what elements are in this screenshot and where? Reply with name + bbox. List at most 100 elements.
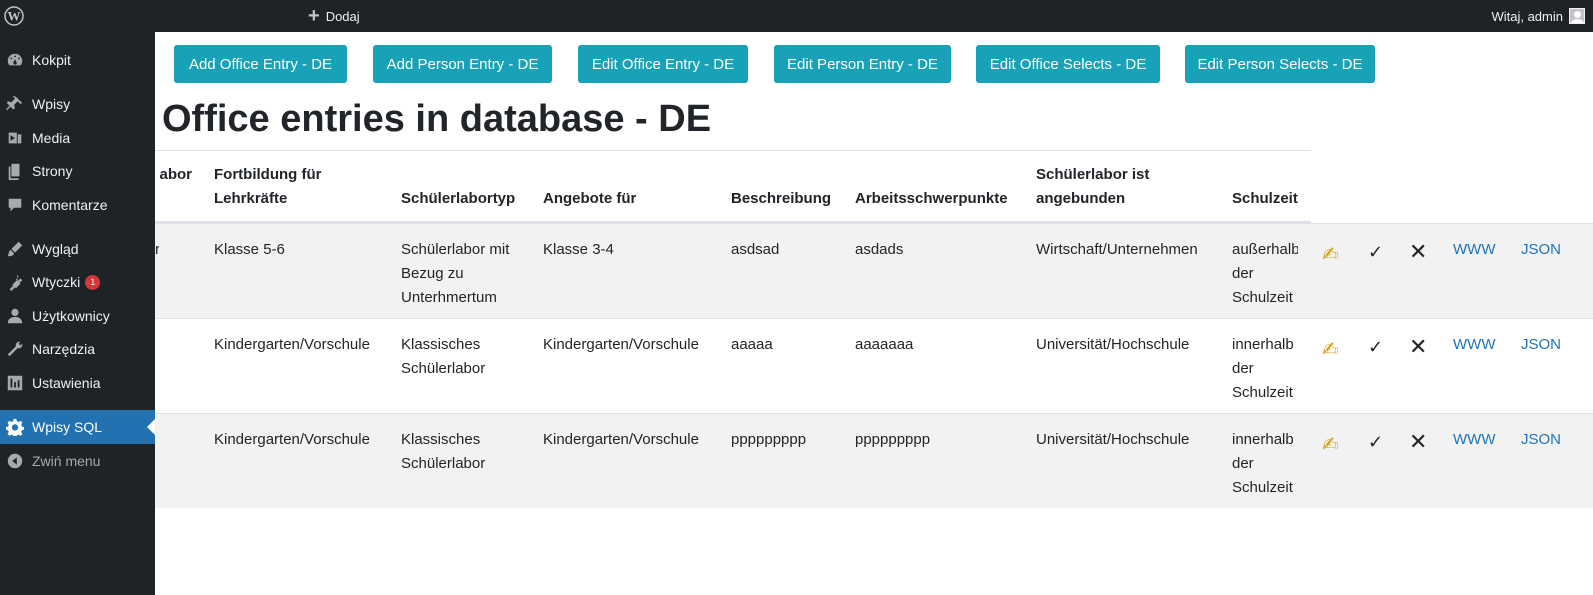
table-cell-angebunden: Universität/Hochschule (1036, 336, 1190, 353)
edit-person-selects-button[interactable]: Edit Person Selects - DE (1185, 45, 1375, 83)
wordpress-logo-icon[interactable]: W (4, 6, 24, 26)
table-cell-schulzeit-line2: der (1232, 360, 1254, 377)
table-cell-angebote: Kindergarten/Vorschule (543, 431, 699, 448)
table-cell-typ-line1: Klassisches (401, 431, 481, 448)
table-cell-typ-line2: Schülerlabor (401, 360, 486, 377)
json-link[interactable]: JSON (1521, 428, 1561, 452)
sidebar-item-strony[interactable]: Strony (0, 154, 155, 188)
plugins-icon (5, 272, 25, 292)
sidebar-item-label: Wtyczki (32, 274, 81, 290)
delete-x-icon[interactable]: ✕ (1409, 334, 1427, 360)
table-cell-schulzeit-line3: Schulzeit (1232, 384, 1293, 401)
table-cell-schulzeit-line2: der (1232, 455, 1254, 472)
page-title: Office entries in database - DE (162, 98, 712, 140)
column-header-schuelerlabortyp: Schülerlabortyp (401, 190, 516, 207)
table-cell-angebote: Kindergarten/Vorschule (543, 336, 699, 353)
column-header-arbeitsschwerpunkte: Arbeitsschwerpunkte (855, 190, 1008, 207)
dashboard-icon (5, 50, 25, 70)
collapse-menu-button[interactable]: Zwiń menu (0, 444, 155, 478)
edit-entry-icon[interactable]: ✍ (1322, 432, 1339, 457)
table-cell-typ-line2: Schülerlabor (401, 455, 486, 472)
edit-person-entry-button[interactable]: Edit Person Entry - DE (774, 45, 951, 83)
delete-x-icon[interactable]: ✕ (1409, 239, 1427, 265)
sidebar-item-label: Narzędzia (32, 341, 96, 357)
approve-check-icon[interactable]: ✓ (1368, 432, 1383, 453)
column-header-beschreibung: Beschreibung (731, 190, 832, 207)
sidebar-item-label: Strony (32, 163, 73, 179)
sidebar-item-wpisy[interactable]: Wpisy (0, 87, 155, 121)
users-icon (5, 306, 25, 326)
table-row: r Klasse 5-6 Schülerlabor mit Bezug zu U… (155, 223, 1593, 318)
admin-bar: W + Dodaj Witaj, admin (0, 0, 1593, 32)
add-person-entry-button[interactable]: Add Person Entry - DE (373, 45, 552, 83)
www-link[interactable]: WWW (1453, 428, 1495, 452)
new-content-label: Dodaj (325, 8, 360, 24)
table-cell-beschreibung: asdsad (731, 241, 780, 258)
table-cell-schwerpunkte: ppppppppp (855, 431, 931, 448)
sidebar-item-media[interactable]: Media (0, 121, 155, 155)
table-cell-angebote: Klasse 3-4 (543, 241, 614, 258)
json-link[interactable]: JSON (1521, 238, 1561, 262)
table-cell-angebunden: Wirtschaft/Unternehmen (1036, 241, 1198, 258)
new-content-menu[interactable]: + Dodaj (308, 0, 360, 32)
avatar (1569, 8, 1585, 24)
sidebar-item-uzytkownicy[interactable]: Użytkownicy (0, 299, 155, 333)
pin-icon (5, 94, 25, 114)
delete-x-icon[interactable]: ✕ (1409, 429, 1427, 455)
approve-check-icon[interactable]: ✓ (1368, 337, 1383, 358)
add-office-entry-button[interactable]: Add Office Entry - DE (174, 45, 347, 83)
sidebar-item-narzedzia[interactable]: Narzędzia (0, 332, 155, 366)
sidebar-item-komentarze[interactable]: Komentarze (0, 188, 155, 222)
sidebar-item-wpisy-sql[interactable]: Wpisy SQL (0, 410, 155, 444)
sidebar-item-label: Media (32, 130, 71, 146)
sidebar-item-label: Użytkownicy (32, 308, 110, 324)
sidebar-item-label: Komentarze (32, 197, 108, 213)
sidebar-item-label: Ustawienia (32, 375, 101, 391)
table-cell-schulzeit-line1: außerhalb (1232, 241, 1298, 258)
column-header-partial: abor (159, 166, 192, 183)
tools-icon (5, 339, 25, 359)
edit-office-selects-button[interactable]: Edit Office Selects - DE (976, 45, 1160, 83)
sidebar-item-label: Wygląd (32, 241, 79, 257)
edit-entry-icon[interactable]: ✍ (1322, 337, 1339, 362)
sidebar-item-label: Zwiń menu (32, 453, 101, 469)
sidebar-item-wyglad[interactable]: Wygląd (0, 232, 155, 266)
table-cell-typ-line1: Schülerlabor mit (401, 241, 510, 258)
column-header-angebunden-line1: Schülerlabor ist (1036, 166, 1150, 183)
column-header-angebunden-line2: angebunden (1036, 190, 1126, 207)
approve-check-icon[interactable]: ✓ (1368, 242, 1383, 263)
sidebar-item-wtyczki[interactable]: Wtyczki 1 (0, 265, 155, 299)
table-cell-typ-line2: Bezug zu (401, 265, 464, 282)
plus-icon: + (308, 5, 320, 27)
column-header-angebote: Angebote für (543, 190, 637, 207)
table-cell-typ-line3: Unterhmertum (401, 289, 497, 306)
table-cell-schwerpunkte: asdads (855, 241, 904, 258)
table-cell-fortbildung: Kindergarten/Vorschule (214, 336, 370, 353)
account-menu[interactable]: Witaj, admin (1491, 0, 1585, 32)
edit-office-entry-button[interactable]: Edit Office Entry - DE (578, 45, 748, 83)
sidebar-item-label: Wpisy (32, 96, 71, 112)
sidebar-item-kokpit[interactable]: Kokpit (0, 43, 155, 77)
pages-icon (5, 161, 25, 181)
greeting-text: Witaj, admin (1491, 8, 1563, 24)
sidebar-item-label: Kokpit (32, 52, 71, 68)
sidebar-item-label: Wpisy SQL (32, 419, 103, 435)
table-cell-beschreibung: ppppppppp (731, 431, 807, 448)
sidebar-item-ustawienia[interactable]: Ustawienia (0, 366, 155, 400)
comments-icon (5, 195, 25, 215)
table-cell-angebunden: Universität/Hochschule (1036, 431, 1190, 448)
update-count-badge: 1 (85, 274, 101, 290)
www-link[interactable]: WWW (1453, 333, 1495, 357)
table-cell-schulzeit-line1: innerhalb (1232, 431, 1294, 448)
json-link[interactable]: JSON (1521, 333, 1561, 357)
table-cell-schwerpunkte: aaaaaaa (855, 336, 914, 353)
edit-entry-icon[interactable]: ✍ (1322, 242, 1339, 267)
column-header-schulzeit: Schulzeit (1232, 190, 1298, 207)
www-link[interactable]: WWW (1453, 238, 1495, 262)
table-cell-fortbildung: Klasse 5-6 (214, 241, 285, 258)
table-cell-beschreibung: aaaaa (731, 336, 773, 353)
column-header-fortbildung-line2: Lehrkräfte (214, 190, 288, 207)
table-cell-typ-line1: Klassisches (401, 336, 481, 353)
table-cell-schulzeit-line2: der (1232, 265, 1254, 282)
table-row: Kindergarten/Vorschule Klassisches Schül… (155, 413, 1593, 508)
